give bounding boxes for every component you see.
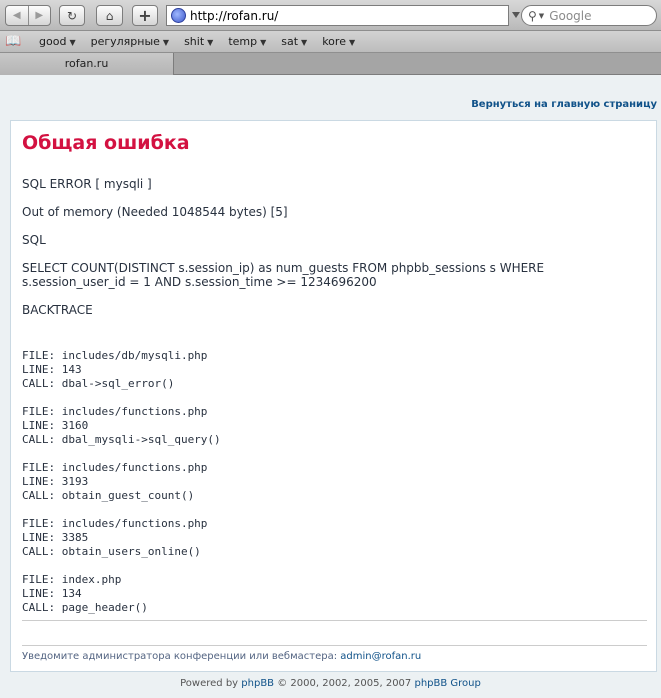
divider [22,620,647,621]
notify-admin-text: Уведомите администратора конференции или… [22,651,422,662]
chevron-down-icon: ▼ [348,38,356,47]
frame-line: LINE: 3160 [22,419,89,432]
search-icon: ⚲ [528,8,537,23]
bookmarks-book-icon[interactable]: 📖 [5,34,25,49]
back-forward-buttons[interactable]: ◀ ▶ [5,5,51,26]
backtrace-list: FILE: includes/db/mysqli.php LINE: 143 C… [22,349,647,615]
phpbb-group-link[interactable]: phpBB Group [414,678,480,689]
return-home-link[interactable]: Вернуться на главную страницу [471,99,657,110]
url-history-dropdown-icon[interactable] [512,12,520,18]
frame-call: CALL: obtain_users_online() [22,545,201,558]
frame-line: LINE: 3385 [22,531,89,544]
search-field[interactable]: ⚲ ▼ Google [521,5,657,26]
chevron-down-icon: ▼ [301,38,308,47]
backtrace-frame: FILE: includes/functions.php LINE: 3160 … [22,405,647,447]
address-bar[interactable]: http://rofan.ru/ [166,5,509,26]
plus-icon: + [138,6,152,25]
frame-file: FILE: includes/db/mysqli.php [22,349,208,362]
browser-toolbar: ◀ ▶ ↻ ⌂ + http://rofan.ru/ ⚲ ▼ Google [0,0,661,31]
frame-file: FILE: includes/functions.php [22,517,208,530]
backtrace-frame: FILE: includes/functions.php LINE: 3385 … [22,517,647,559]
chevron-down-icon: ▼ [207,38,214,47]
frame-call: CALL: dbal_mysqli->sql_query() [22,433,221,446]
error-message: SQL ERROR [ mysqli ] Out of memory (Need… [22,177,647,615]
frame-file: FILE: includes/functions.php [22,405,208,418]
frame-line: LINE: 3193 [22,475,89,488]
forward-arrow-icon[interactable]: ▶ [27,6,51,25]
sql-heading: SQL [22,233,46,247]
bookmark-folder-temp[interactable]: temp ▼ [228,35,266,48]
error-panel: Общая ошибка SQL ERROR [ mysqli ] Out of… [10,120,657,672]
tab-bar: rofan.ru [0,53,661,75]
search-placeholder: Google [549,8,592,23]
backtrace-frame: FILE: includes/db/mysqli.php LINE: 143 C… [22,349,647,391]
home-button[interactable]: ⌂ [96,5,123,26]
bookmark-folder-sat[interactable]: sat ▼ [281,35,307,48]
add-bookmark-button[interactable]: + [132,5,158,26]
page-title: Общая ошибка [22,132,190,154]
footer: Powered by phpBB © 2000, 2002, 2005, 200… [180,678,481,689]
reload-icon: ↻ [66,8,78,23]
bookmark-folder-shit[interactable]: shit ▼ [184,35,213,48]
bookmark-folder-good[interactable]: good ▼ [39,35,76,48]
memory-error-line: Out of memory (Needed 1048544 bytes) [5] [22,205,288,219]
home-icon: ⌂ [105,8,114,23]
chevron-down-icon: ▼ [162,38,170,47]
site-favicon-icon [171,8,186,23]
frame-file: FILE: includes/functions.php [22,461,208,474]
reload-button[interactable]: ↻ [59,5,85,26]
divider [22,645,647,646]
url-text: http://rofan.ru/ [190,8,279,23]
bookmark-folder-regular[interactable]: регулярные ▼ [91,35,169,48]
frame-call: CALL: dbal->sql_error() [22,377,175,390]
sql-query: SELECT COUNT(DISTINCT s.session_ip) as n… [22,261,545,289]
frame-file: FILE: index.php [22,573,122,586]
bookmark-folder-kore[interactable]: kore ▼ [322,35,355,48]
frame-call: CALL: obtain_guest_count() [22,489,195,502]
frame-line: LINE: 134 [22,587,82,600]
chevron-down-icon: ▼ [69,38,76,47]
backtrace-heading: BACKTRACE [22,303,93,317]
sql-error-line: SQL ERROR [ mysqli ] [22,177,152,191]
frame-line: LINE: 143 [22,363,82,376]
bookmarks-bar: 📖 good ▼ регулярные ▼ shit ▼ temp ▼ sat ▼ kor… [0,31,661,53]
backtrace-frame: FILE: index.php LINE: 134 CALL: page_hea… [22,573,647,615]
tab-rofan[interactable]: rofan.ru [0,53,174,75]
admin-email-link[interactable]: admin@rofan.ru [340,651,421,662]
backtrace-frame: FILE: includes/functions.php LINE: 3193 … [22,461,647,503]
phpbb-link[interactable]: phpBB [241,678,274,689]
search-engine-dropdown-icon[interactable]: ▼ [539,12,544,20]
frame-call: CALL: page_header() [22,601,148,614]
back-arrow-icon[interactable]: ◀ [6,6,28,25]
chevron-down-icon: ▼ [260,38,267,47]
